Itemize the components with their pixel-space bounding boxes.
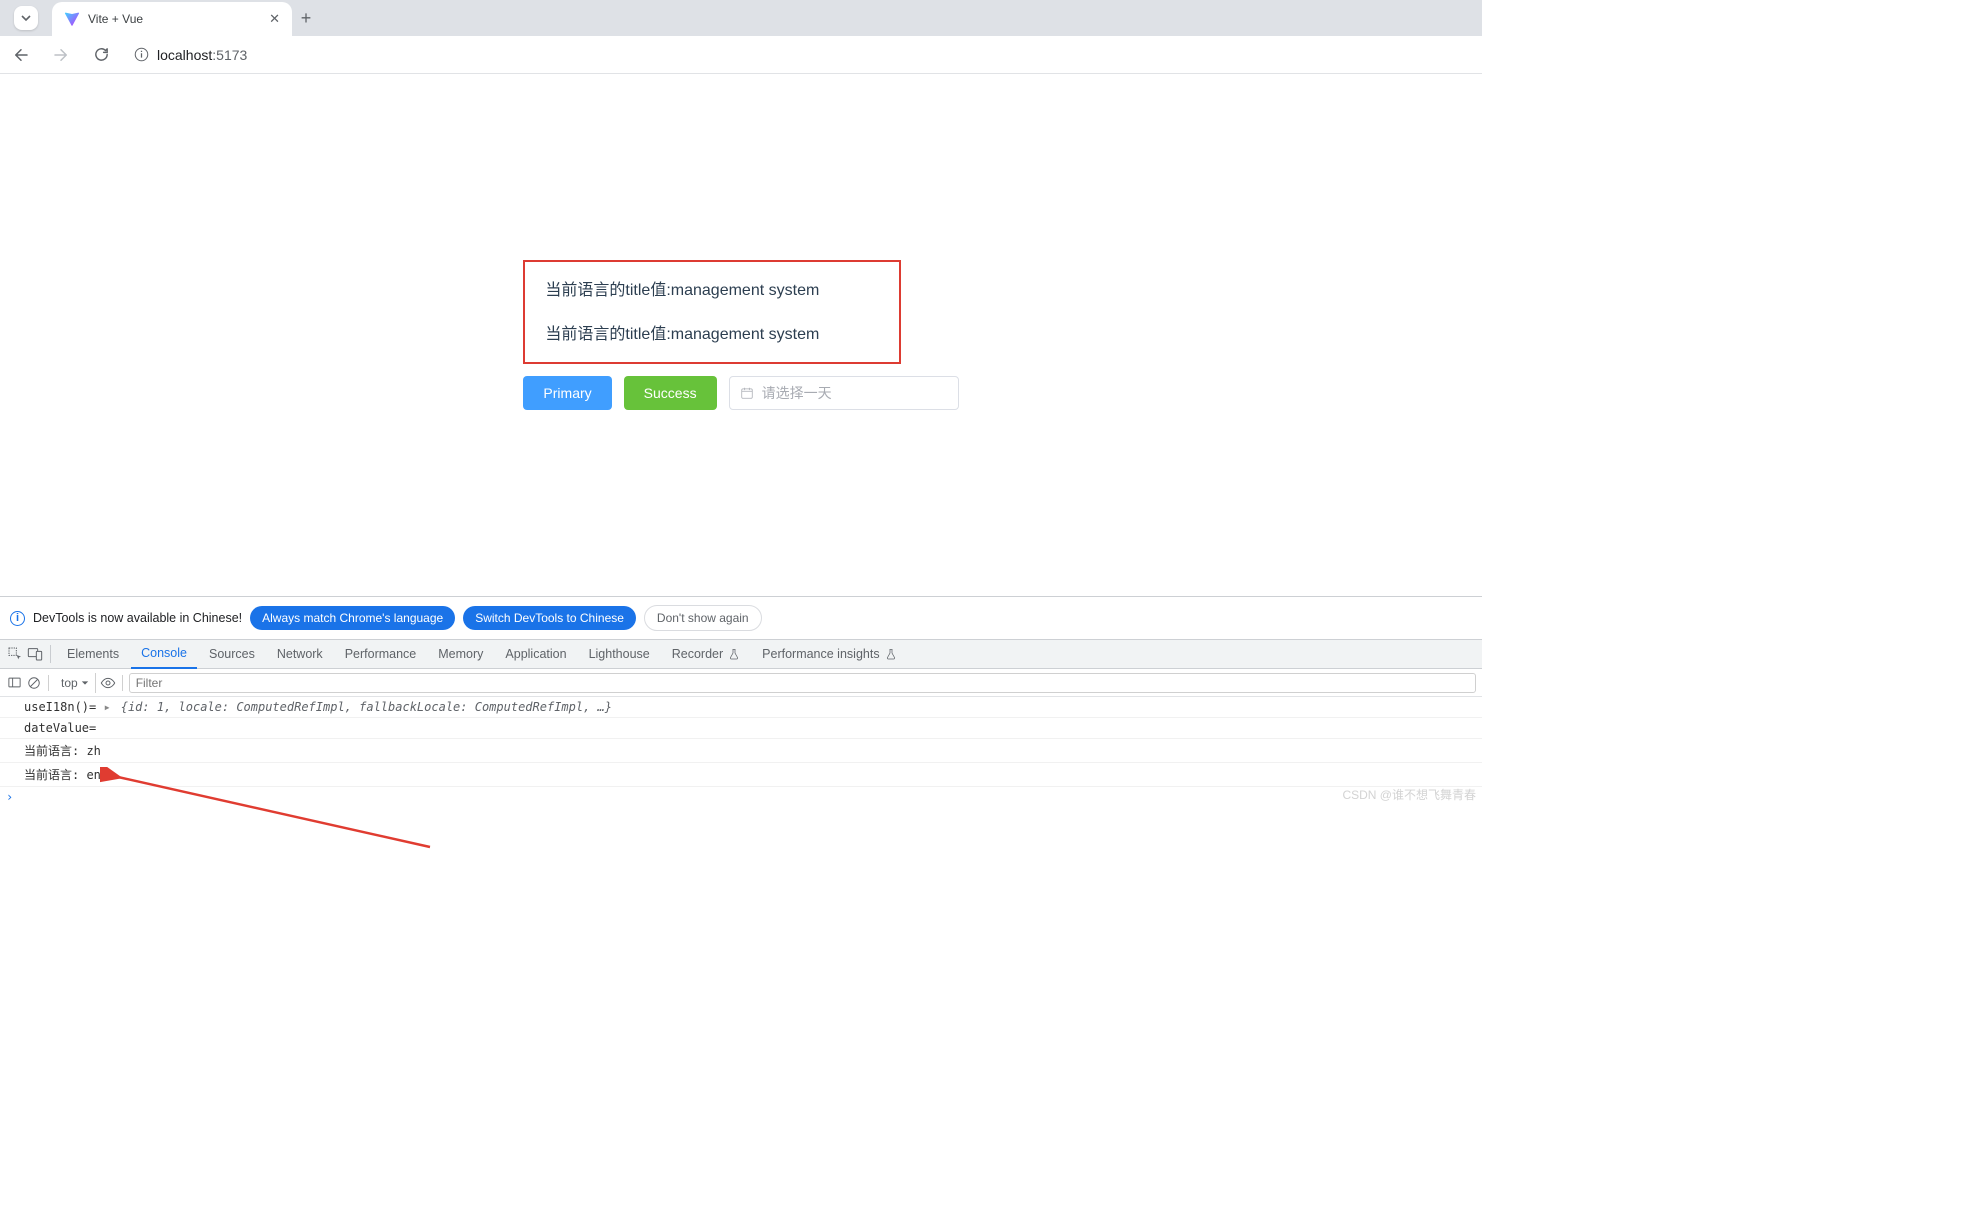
tab-network[interactable]: Network xyxy=(267,639,333,669)
page-viewport: 当前语言的title值:management system 当前语言的title… xyxy=(0,74,1482,596)
log-row[interactable]: useI18n()= ▸ {id: 1, locale: ComputedRef… xyxy=(0,697,1482,718)
app-root: 当前语言的title值:management system 当前语言的title… xyxy=(523,260,958,410)
device-toggle-button[interactable] xyxy=(26,645,44,663)
url-input[interactable]: localhost:5173 xyxy=(124,40,1478,70)
tab-application[interactable]: Application xyxy=(495,639,576,669)
tab-memory[interactable]: Memory xyxy=(428,639,493,669)
control-row: Primary Success 请选择一天 xyxy=(523,376,958,410)
devices-icon xyxy=(27,646,43,662)
reload-button[interactable] xyxy=(84,38,118,72)
title-line-2: 当前语言的title值:management system xyxy=(545,320,879,344)
success-button[interactable]: Success xyxy=(624,376,717,410)
flask-icon xyxy=(885,648,897,660)
forward-button[interactable] xyxy=(44,38,78,72)
date-picker[interactable]: 请选择一天 xyxy=(729,376,959,410)
console-sidebar-toggle[interactable] xyxy=(6,675,22,691)
tab-performance-insights[interactable]: Performance insights xyxy=(752,639,906,669)
watermark-text: CSDN @谁不想飞舞青春 xyxy=(1342,786,1476,803)
tab-lighthouse[interactable]: Lighthouse xyxy=(579,639,660,669)
tab-performance[interactable]: Performance xyxy=(335,639,427,669)
log-row[interactable]: 当前语言: zh xyxy=(0,739,1482,763)
vite-icon xyxy=(64,11,80,27)
devtools-tabstrip: Elements Console Sources Network Perform… xyxy=(0,639,1482,669)
match-language-button[interactable]: Always match Chrome's language xyxy=(250,606,455,630)
site-info-icon[interactable] xyxy=(134,47,149,62)
tab-elements[interactable]: Elements xyxy=(57,639,129,669)
log-row[interactable]: 当前语言: en xyxy=(0,763,1482,787)
clear-console-button[interactable] xyxy=(26,675,42,691)
new-tab-button[interactable]: + xyxy=(292,4,320,32)
inspect-element-button[interactable] xyxy=(6,645,24,663)
chevron-right-icon: › xyxy=(6,790,13,804)
console-prompt[interactable]: › xyxy=(0,787,1482,807)
flask-icon xyxy=(728,648,740,660)
address-bar: localhost:5173 xyxy=(0,36,1482,74)
ban-icon xyxy=(27,676,41,690)
tab-sources[interactable]: Sources xyxy=(199,639,265,669)
chevron-down-icon xyxy=(21,13,31,23)
browser-tab-strip: Vite + Vue ✕ + xyxy=(0,0,1482,36)
reload-icon xyxy=(93,46,110,63)
console-toolbar: top xyxy=(0,669,1482,697)
sidebar-icon xyxy=(7,675,22,690)
console-output: useI18n()= ▸ {id: 1, locale: ComputedRef… xyxy=(0,697,1482,807)
console-context[interactable]: top xyxy=(55,673,96,693)
notice-text: DevTools is now available in Chinese! xyxy=(33,611,242,625)
console-filter-input[interactable] xyxy=(129,673,1476,693)
browser-tab[interactable]: Vite + Vue ✕ xyxy=(52,2,292,36)
inspect-icon xyxy=(7,646,23,662)
eye-icon xyxy=(100,675,116,691)
switch-chinese-button[interactable]: Switch DevTools to Chinese xyxy=(463,606,636,630)
dont-show-again-button[interactable]: Don't show again xyxy=(644,605,762,631)
close-icon[interactable]: ✕ xyxy=(269,11,280,27)
url-text: localhost:5173 xyxy=(157,47,247,63)
arrow-left-icon xyxy=(12,46,30,64)
date-placeholder: 请选择一天 xyxy=(762,383,832,403)
arrow-right-icon xyxy=(52,46,70,64)
expand-triangle-icon[interactable]: ▸ xyxy=(103,700,113,714)
tab-title: Vite + Vue xyxy=(88,12,261,26)
highlight-box: 当前语言的title值:management system 当前语言的title… xyxy=(523,260,901,364)
calendar-icon xyxy=(740,386,754,400)
info-icon: i xyxy=(10,611,25,626)
window-dropdown[interactable] xyxy=(14,6,38,30)
tab-console[interactable]: Console xyxy=(131,639,197,669)
live-expression-button[interactable] xyxy=(100,675,116,691)
back-button[interactable] xyxy=(4,38,38,72)
log-row[interactable]: dateValue= xyxy=(0,718,1482,739)
title-line-1: 当前语言的title值:management system xyxy=(545,276,879,300)
devtools-notice: i DevTools is now available in Chinese! … xyxy=(0,596,1482,639)
triangle-down-icon xyxy=(81,679,89,687)
tab-recorder[interactable]: Recorder xyxy=(662,639,750,669)
primary-button[interactable]: Primary xyxy=(523,376,611,410)
